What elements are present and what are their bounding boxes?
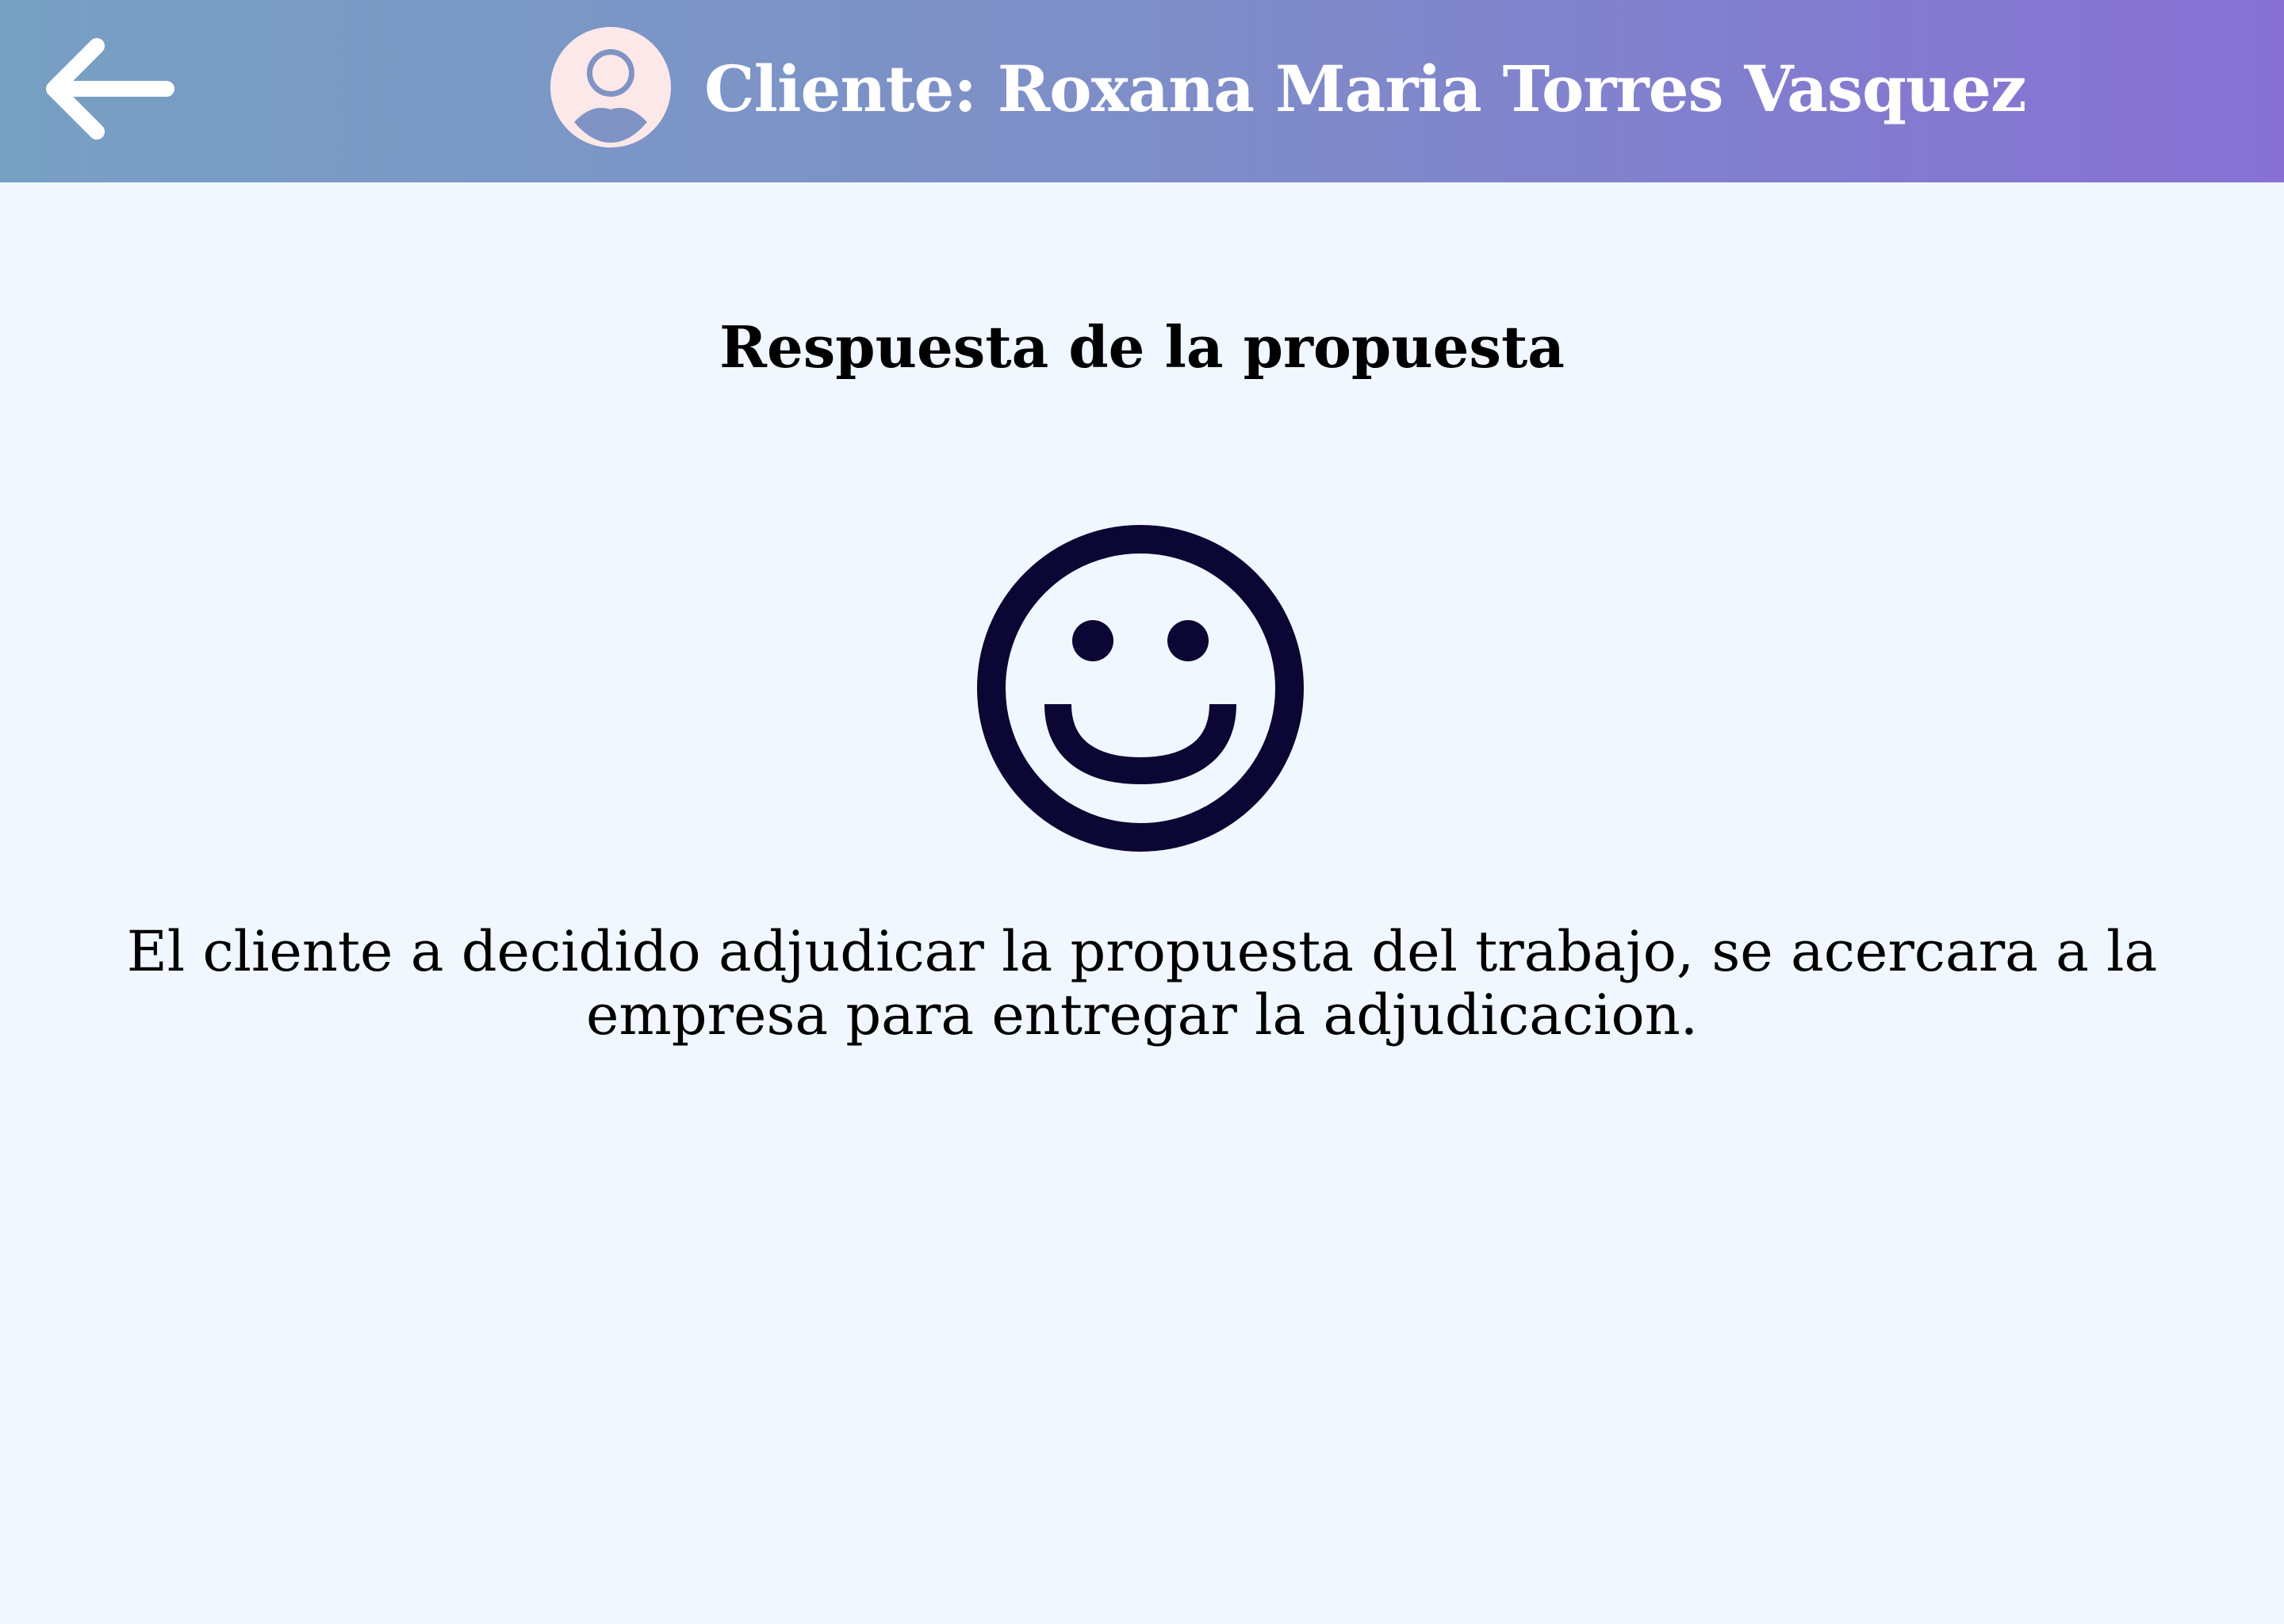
user-avatar-icon — [550, 27, 671, 147]
status-icon-container — [975, 523, 1305, 853]
page-title: Respuesta de la propuesta — [719, 313, 1565, 381]
client-name-title: Cliente: Roxana Maria Torres Vasquez — [704, 52, 2026, 126]
smiley-face-icon — [977, 525, 1304, 852]
client-avatar — [550, 27, 671, 147]
arrow-left-icon — [46, 38, 174, 140]
status-message: El cliente a decidido adjudicar la propu… — [126, 919, 2158, 1048]
app-header: Cliente: Roxana Maria Torres Vasquez — [0, 0, 2284, 182]
back-button[interactable] — [40, 32, 182, 147]
